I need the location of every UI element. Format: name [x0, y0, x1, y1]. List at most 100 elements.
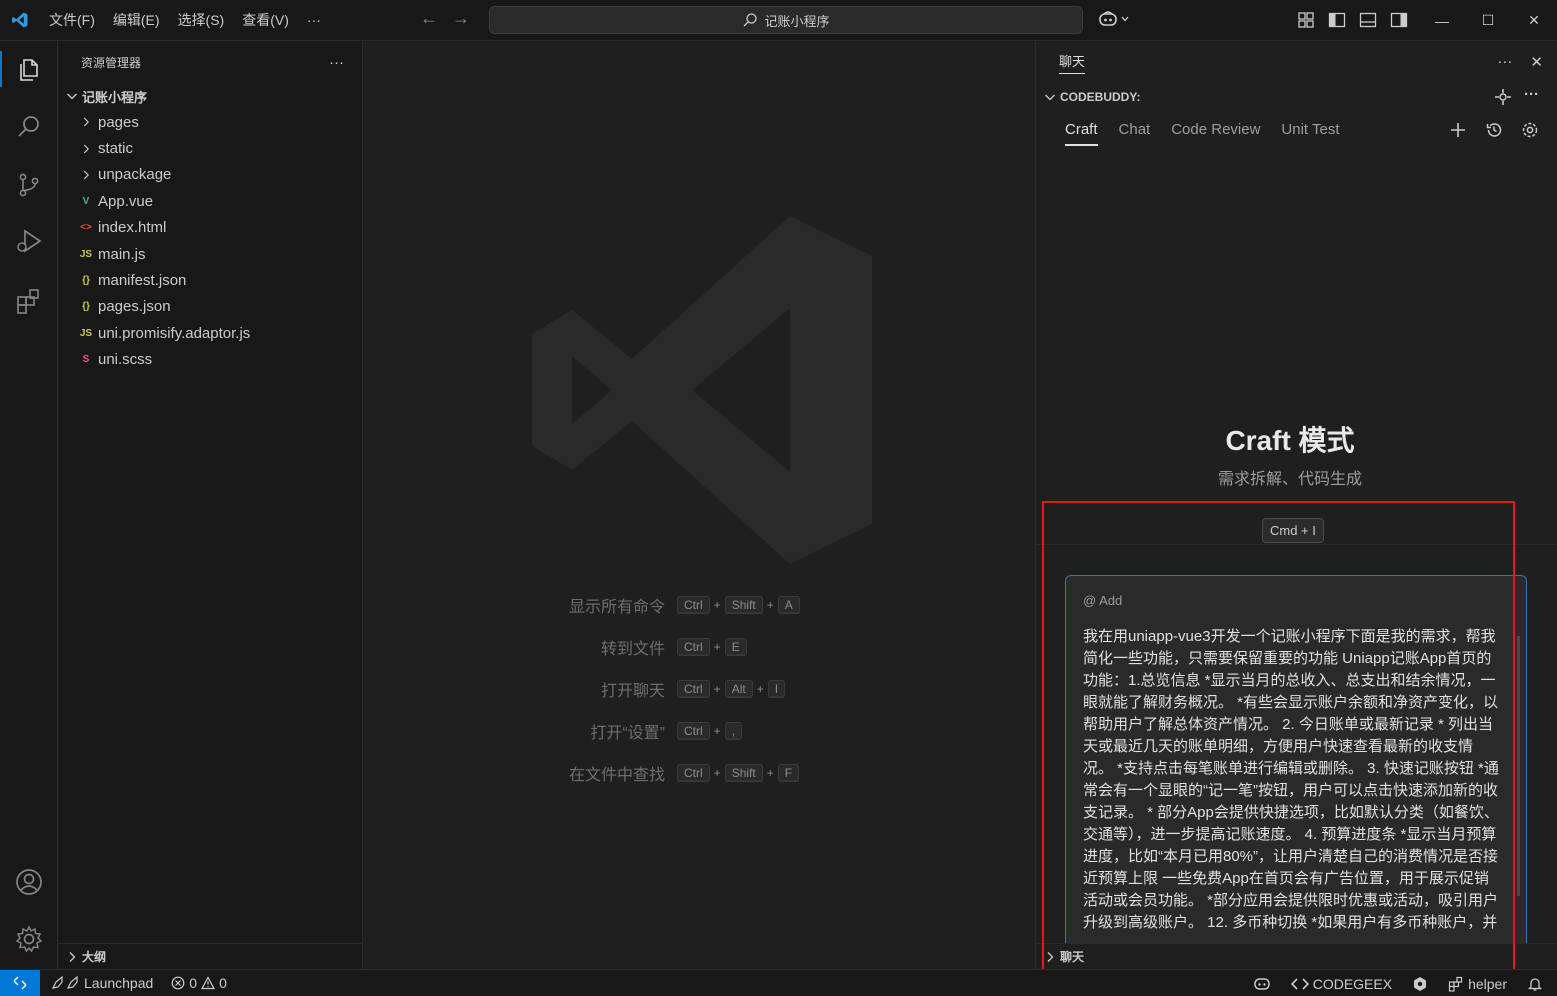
tree-file[interactable]: <> index.html	[58, 215, 362, 241]
close-icon[interactable]: ✕	[1511, 0, 1557, 41]
panel-tab-bar: 聊天 ··· ✕	[1036, 41, 1557, 83]
history-icon[interactable]	[1485, 121, 1503, 139]
menu-file[interactable]: 文件(F)	[40, 0, 104, 41]
more-actions-icon[interactable]: ···	[1497, 53, 1512, 71]
shortcut-label: 显示所有命令	[568, 599, 665, 616]
run-debug-icon[interactable]	[0, 217, 58, 265]
prompt-text[interactable]: 我在用uniapp-vue3开发一个记账小程序下面是我的需求，帮我简化一些功能，…	[1083, 626, 1501, 934]
tab-chat[interactable]: 聊天	[1059, 51, 1086, 74]
problems-item[interactable]: 0 0	[171, 975, 227, 991]
vscode-watermark-logo	[532, 216, 872, 567]
input-scrollbar[interactable]	[1517, 636, 1520, 896]
shortcut-label: 转到文件	[600, 641, 665, 658]
launchpad-item[interactable]: Launchpad	[50, 975, 153, 991]
tree-folder[interactable]: unpackage	[58, 162, 362, 188]
gear-icon[interactable]	[0, 915, 58, 963]
maximize-icon[interactable]: ☐	[1465, 0, 1511, 41]
tab-craft[interactable]: Craft	[1065, 121, 1098, 146]
new-chat-plus-icon[interactable]	[1449, 121, 1467, 139]
helper-label: helper	[1468, 975, 1507, 992]
outline-label: 大纲	[82, 950, 107, 964]
close-icon[interactable]: ✕	[1530, 53, 1543, 71]
shortcut-label: 打开聊天	[600, 683, 665, 700]
tree-file[interactable]: JS main.js	[58, 241, 362, 267]
workspace-root-folder[interactable]: 记账小程序	[58, 83, 362, 109]
chat-input-box[interactable]: @ Add 我在用uniapp-vue3开发一个记账小程序下面是我的需求，帮我简…	[1065, 575, 1527, 967]
tree-folder[interactable]: pages	[58, 109, 362, 135]
shortcut-keys: Ctrl + Alt + I	[677, 680, 786, 698]
menu-more[interactable]: ···	[298, 0, 330, 41]
command-center-search[interactable]: 记账小程序	[489, 6, 1083, 34]
remote-indicator-icon[interactable]	[0, 969, 40, 996]
codebuddy-section-header[interactable]: CODEBUDDY: ···	[1036, 83, 1557, 111]
keycap: A	[777, 596, 800, 614]
tree-file[interactable]: {} manifest.json	[58, 267, 362, 293]
toggle-primary-sidebar-icon[interactable]	[1327, 10, 1347, 30]
codebuddy-status-icon[interactable]	[1412, 976, 1428, 992]
tab-unit-test[interactable]: Unit Test	[1281, 121, 1339, 146]
tree-item-label: manifest.json	[98, 272, 187, 290]
editor-area: 显示所有命令 Ctrl + Shift + A 转到文件 Ctrl + E 打开聊天 Ctrl + Alt…	[364, 41, 1034, 969]
shortcut-keys: Ctrl + E	[677, 638, 747, 656]
bell-icon[interactable]	[1527, 976, 1543, 992]
codebuddy-logo-icon[interactable]	[1494, 88, 1512, 106]
warning-icon	[201, 976, 216, 990]
more-actions-icon[interactable]: ···	[329, 54, 344, 71]
explorer-sidebar: 资源管理器 ··· 记账小程序 pages static unpackage V App…	[58, 41, 363, 969]
menu-selection[interactable]: 选择(S)	[169, 0, 234, 41]
key-plus: +	[766, 598, 774, 612]
toggle-secondary-sidebar-icon[interactable]	[1389, 10, 1409, 30]
keycap: E	[724, 638, 747, 656]
js-icon: JS	[79, 248, 93, 260]
minimize-icon[interactable]: —	[1419, 0, 1465, 41]
warning-count: 0	[219, 975, 227, 991]
tree-item-label: uni.scss	[98, 351, 153, 369]
customize-layout-icon[interactable]	[1296, 10, 1316, 30]
search-text: 记账小程序	[764, 13, 830, 29]
back-arrow-icon[interactable]: ←	[420, 8, 438, 29]
tab-code-review[interactable]: Code Review	[1171, 121, 1260, 146]
chat-panel: 聊天 ··· ✕ CODEBUDDY: ··· Craft Chat Code Re…	[1035, 41, 1557, 969]
error-count: 0	[189, 975, 198, 991]
helper-item[interactable]: helper	[1448, 976, 1507, 992]
tree-item-label: uni.promisify.adaptor.js	[98, 324, 251, 342]
copilot-button[interactable]	[1098, 10, 1130, 28]
forward-arrow-icon[interactable]: →	[452, 8, 470, 29]
search-icon[interactable]	[0, 103, 58, 151]
explorer-icon[interactable]	[0, 45, 58, 93]
tree-file[interactable]: Suni.scss	[58, 347, 362, 373]
toggle-panel-icon[interactable]	[1358, 10, 1378, 30]
extensions-icon[interactable]	[0, 277, 58, 325]
craft-mode-subtitle: 需求拆解、代码生成	[1217, 471, 1362, 488]
tree-file[interactable]: V App.vue	[58, 188, 362, 214]
tree-file[interactable]: JS uni.promisify.adaptor.js	[58, 320, 362, 346]
add-context-button[interactable]: @ Add	[1083, 593, 1122, 608]
title-bar: 文件(F) 编辑(E) 选择(S) 查看(V) ··· ← → 记账小程序 — …	[0, 0, 1557, 41]
tree-folder[interactable]: static	[58, 135, 362, 161]
account-icon[interactable]	[0, 858, 58, 906]
chevron-right-icon	[77, 115, 95, 129]
settings-icon[interactable]	[1521, 121, 1539, 139]
more-actions-icon[interactable]: ···	[1524, 87, 1539, 106]
vscode-logo-icon	[0, 0, 40, 41]
keycap: Ctrl	[677, 596, 710, 614]
menu-edit[interactable]: 编辑(E)	[104, 0, 169, 41]
tab-chat[interactable]: Chat	[1119, 121, 1151, 146]
craft-mode-title: Craft 模式	[1225, 425, 1355, 456]
chevron-right-icon	[69, 951, 76, 962]
html-icon: <>	[80, 222, 92, 234]
tree-item-label: static	[98, 140, 134, 158]
divider	[1036, 544, 1557, 545]
tree-file[interactable]: {} pages.json	[58, 294, 362, 320]
nav-arrows: ← →	[420, 8, 470, 29]
menu-view[interactable]: 查看(V)	[233, 0, 298, 41]
source-control-icon[interactable]	[0, 161, 58, 209]
panel-actions: ··· ✕	[1497, 53, 1543, 71]
codegeex-item[interactable]: CODEGEEX	[1290, 976, 1392, 992]
codegeex-icon	[1290, 977, 1309, 990]
outline-section[interactable]: 大纲	[58, 943, 363, 969]
copilot-status-icon[interactable]	[1253, 976, 1271, 992]
keycap: F	[777, 764, 800, 782]
shortcut-row: 显示所有命令 Ctrl + Shift + A	[364, 584, 1034, 626]
chat-footer-section[interactable]: 聊天	[1036, 943, 1557, 969]
